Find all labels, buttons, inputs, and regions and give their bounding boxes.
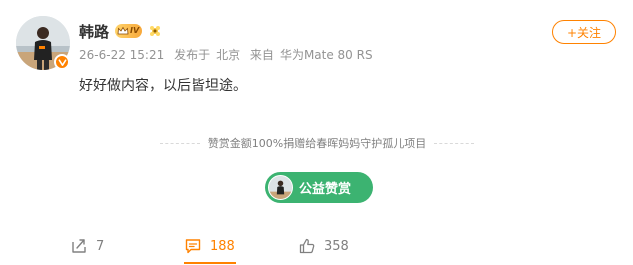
- fan-badge-icon[interactable]: [148, 24, 162, 38]
- post-timestamp[interactable]: 26-6-22 15:21: [79, 48, 164, 62]
- vip-crown-icon: [117, 26, 129, 35]
- post-location: 北京: [216, 48, 241, 62]
- weibo-post-card: 韩路 IV 26-6-22 15:21 发布于 北京 来自 华为Mate 80 RS…: [0, 0, 633, 265]
- verified-badge-icon: [54, 54, 70, 70]
- like-button[interactable]: 358: [298, 233, 349, 259]
- like-icon: [299, 238, 315, 254]
- like-count: 358: [324, 238, 349, 254]
- divider-right: [434, 142, 475, 144]
- action-bar: 7 188 358: [0, 233, 633, 259]
- vip-badge[interactable]: IV: [115, 24, 143, 38]
- name-row: 韩路 IV: [79, 21, 162, 41]
- comment-count: 188: [210, 238, 235, 254]
- repost-button[interactable]: 7: [70, 233, 104, 259]
- comment-active-indicator: [184, 262, 236, 264]
- comment-button[interactable]: 188: [184, 233, 235, 259]
- repost-count: 7: [96, 238, 105, 254]
- username[interactable]: 韩路: [79, 21, 109, 42]
- reward-avatar-image: [269, 176, 292, 199]
- post-device[interactable]: 华为Mate 80 RS: [280, 48, 373, 62]
- follow-button[interactable]: +关注: [552, 20, 616, 44]
- vip-level: IV: [130, 26, 140, 35]
- reward-button-label: 公益赞赏: [299, 182, 352, 197]
- repost-icon: [72, 239, 86, 253]
- charity-reward-button[interactable]: 公益赞赏: [265, 172, 373, 203]
- divider-left: [160, 142, 200, 144]
- reward-notice-text: 赞赏金额100%捐赠给春晖妈妈守护孤儿项目: [207, 137, 427, 150]
- verified-v-icon: [58, 58, 66, 66]
- source-label: 来自: [249, 48, 274, 62]
- comment-icon: [185, 239, 201, 254]
- published-from-label: 发布于: [174, 48, 211, 62]
- reward-notice: 赞赏金额100%捐赠给春晖妈妈守护孤儿项目: [160, 134, 475, 152]
- reward-avatar: [268, 175, 293, 200]
- post-meta: 26-6-22 15:21 发布于 北京 来自 华为Mate 80 RS: [79, 46, 379, 63]
- post-content: 好好做内容，以后皆坦途。: [79, 78, 247, 94]
